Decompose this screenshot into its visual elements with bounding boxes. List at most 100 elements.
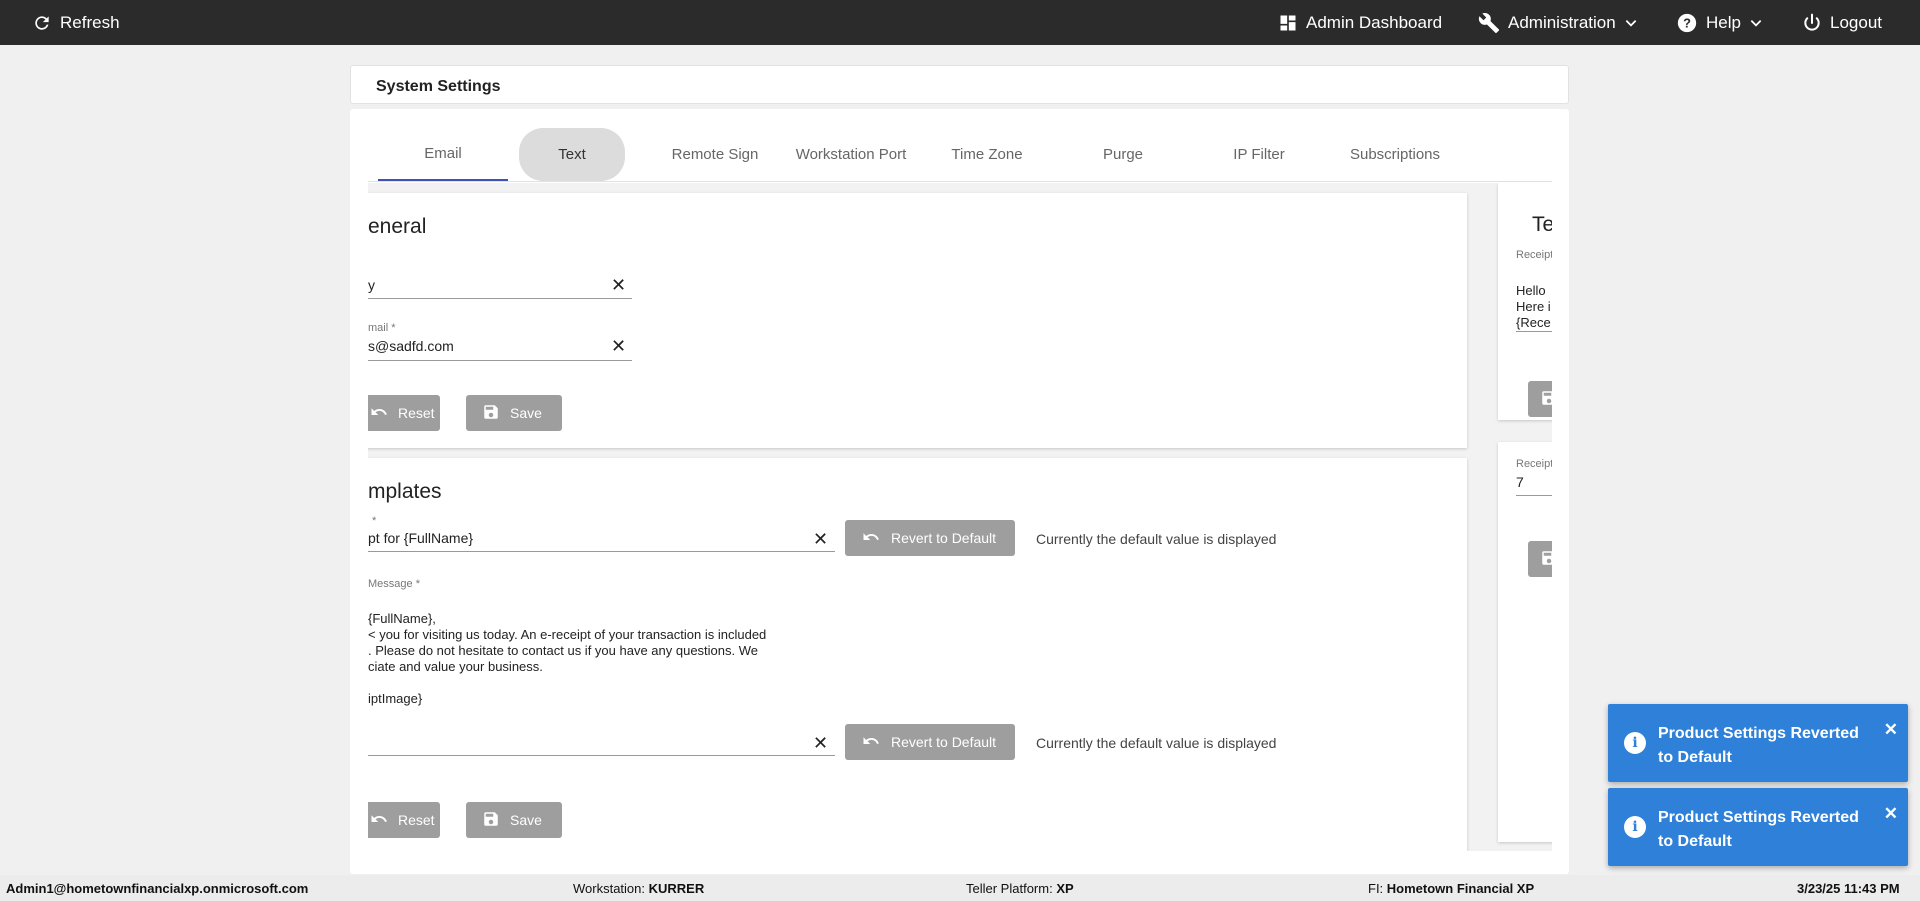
wrench-icon: [1478, 12, 1500, 34]
general-field-2-value[interactable]: s@sadfd.com: [368, 338, 454, 354]
receipt-save-button[interactable]: [1528, 541, 1552, 577]
help-menu[interactable]: ? Help: [1676, 0, 1763, 45]
footer-workstation: Workstation: KURRER: [573, 881, 704, 896]
message-label: Message *: [368, 578, 420, 590]
save-icon: [482, 403, 500, 424]
field-underline: [368, 551, 835, 552]
clear-icon[interactable]: ✕: [611, 337, 626, 355]
tab-text[interactable]: Text: [519, 128, 625, 181]
text-template-panel: Te Receipt Hello Here i {Rece: [1498, 183, 1552, 420]
tab-workstation-port[interactable]: Workstation Port: [786, 128, 916, 181]
text-template-heading: Te: [1532, 213, 1552, 236]
message-line: iptImage}: [368, 691, 423, 706]
tab-purge[interactable]: Purge: [1058, 128, 1188, 181]
tab-time-zone[interactable]: Time Zone: [922, 128, 1052, 181]
info-icon: i: [1624, 732, 1646, 754]
general-reset-button[interactable]: Reset: [368, 395, 440, 431]
field-3-revert-button[interactable]: Revert to Default: [845, 724, 1015, 760]
text-template-save-button[interactable]: [1528, 381, 1552, 417]
undo-icon: [370, 403, 388, 424]
toast-notification: i Product Settings Reverted to Default ✕: [1608, 704, 1908, 782]
message-body[interactable]: {FullName}, < you for visiting us today.…: [368, 595, 766, 707]
subject-revert-button[interactable]: Revert to Default: [845, 520, 1015, 556]
subject-label: *: [372, 515, 377, 527]
field-underline: [1516, 331, 1552, 332]
save-label: Save: [510, 812, 542, 828]
undo-icon: [861, 732, 881, 753]
clear-icon[interactable]: ✕: [813, 734, 828, 752]
revert-label: Revert to Default: [891, 530, 997, 546]
teller-value: XP: [1056, 881, 1074, 896]
field-3-default-note: Currently the default value is displayed: [1036, 735, 1277, 751]
revert-label: Revert to Default: [891, 734, 997, 750]
tab-email[interactable]: Email: [378, 128, 508, 181]
save-icon: [1540, 549, 1552, 570]
admin-dashboard-label: Admin Dashboard: [1306, 12, 1443, 32]
tab-ip-filter[interactable]: IP Filter: [1194, 128, 1324, 181]
footer-teller-platform: Teller Platform: XP: [966, 881, 1074, 896]
field-underline: [368, 755, 835, 756]
message-line: < you for visiting us today. An e-receip…: [368, 627, 767, 642]
close-icon[interactable]: ✕: [1884, 804, 1898, 824]
tab-subscriptions[interactable]: Subscriptions: [1330, 128, 1460, 181]
chevron-down-icon: [1624, 16, 1638, 30]
subject-value[interactable]: pt for {FullName}: [368, 530, 473, 546]
tab-content-viewport: eneral y ✕ mail * s@sadfd.com ✕ Reset Sa…: [368, 183, 1552, 851]
footer-datetime: 3/23/25 11:43 PM: [1797, 881, 1900, 896]
workstation-value: KURRER: [648, 881, 705, 896]
templates-panel: mplates * pt for {FullName} ✕ Revert to …: [368, 458, 1467, 851]
receipt-text-line: Hello: [1516, 283, 1546, 298]
receipt-label: Receipt: [1516, 249, 1552, 261]
page-title-card: System Settings: [350, 65, 1569, 104]
help-label: Help: [1706, 12, 1741, 32]
message-line: . Please do not hesitate to contact us i…: [368, 643, 758, 658]
clear-icon[interactable]: ✕: [611, 276, 626, 294]
field-underline: [1516, 495, 1552, 496]
save-icon: [1540, 389, 1552, 410]
refresh-icon: [32, 13, 52, 33]
general-field-1-value[interactable]: y: [368, 277, 375, 293]
templates-reset-button[interactable]: Reset: [368, 802, 440, 838]
templates-save-button[interactable]: Save: [466, 802, 562, 838]
reset-label: Reset: [398, 405, 435, 421]
message-line: {FullName},: [368, 611, 436, 626]
refresh-label: Refresh: [60, 12, 120, 32]
info-icon: i: [1624, 816, 1646, 838]
logout-button[interactable]: Logout: [1802, 0, 1882, 45]
clear-icon[interactable]: ✕: [813, 530, 828, 548]
workstation-label: Workstation:: [573, 881, 649, 896]
svg-text:?: ?: [1683, 15, 1691, 30]
settings-tabs: Email Text Remote Sign Workstation Port …: [368, 128, 1552, 182]
save-label: Save: [510, 405, 542, 421]
administration-menu[interactable]: Administration: [1478, 0, 1638, 45]
undo-icon: [861, 528, 881, 549]
field-underline: [368, 360, 632, 361]
reset-label: Reset: [398, 812, 435, 828]
page-title: System Settings: [376, 78, 501, 95]
receipt-settings-panel: Receipt 7: [1498, 442, 1552, 842]
close-icon[interactable]: ✕: [1884, 720, 1898, 740]
tab-remote-sign[interactable]: Remote Sign: [650, 128, 780, 181]
receipt-text[interactable]: Hello Here i {Rece: [1516, 267, 1551, 331]
footer-fi: FI: Hometown Financial XP: [1368, 881, 1534, 896]
logout-label: Logout: [1830, 12, 1882, 32]
power-icon: [1802, 13, 1822, 33]
general-save-button[interactable]: Save: [466, 395, 562, 431]
administration-label: Administration: [1508, 12, 1616, 32]
admin-dashboard-link[interactable]: Admin Dashboard: [1278, 0, 1442, 45]
toast-message: Product Settings Reverted to Default: [1658, 809, 1859, 850]
field-underline: [368, 298, 632, 299]
top-navigation-bar: Refresh Admin Dashboard Administration ?…: [0, 0, 1920, 45]
toast-notification: i Product Settings Reverted to Default ✕: [1608, 788, 1908, 866]
receipt-value-2[interactable]: 7: [1516, 474, 1524, 490]
dashboard-icon: [1278, 13, 1298, 33]
teller-label: Teller Platform:: [966, 881, 1057, 896]
receipt-label-2: Receipt: [1516, 458, 1552, 470]
fi-value: Hometown Financial XP: [1386, 881, 1535, 896]
receipt-text-line: {Rece: [1516, 315, 1551, 330]
refresh-button[interactable]: Refresh: [32, 0, 120, 45]
fi-label: FI:: [1368, 881, 1387, 896]
general-field-2-label: mail *: [368, 322, 396, 334]
undo-icon: [370, 810, 388, 831]
save-icon: [482, 810, 500, 831]
